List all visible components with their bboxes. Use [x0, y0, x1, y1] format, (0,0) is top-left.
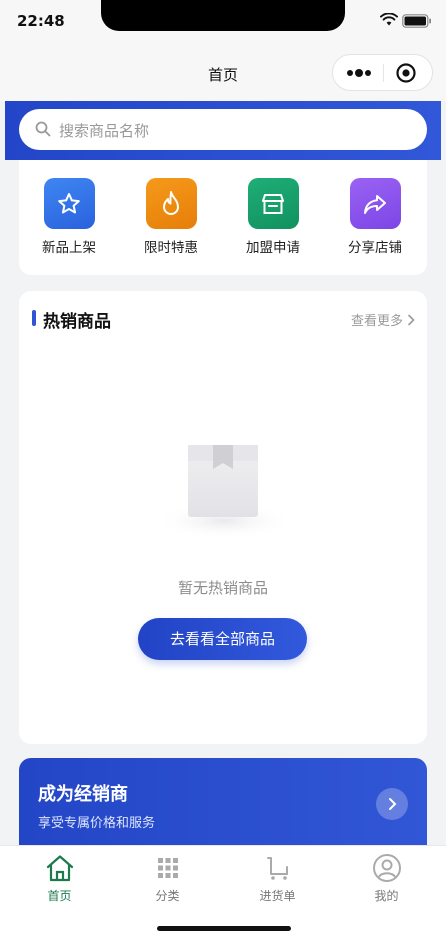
store-icon: [247, 178, 299, 229]
status-bar: 22:48: [0, 0, 446, 44]
star-icon: [43, 178, 95, 229]
chevron-right-icon[interactable]: [376, 788, 408, 820]
quick-action-label: 限时特惠: [144, 240, 198, 256]
home-indicator: [157, 926, 291, 931]
capsule-divider: [383, 64, 384, 82]
flame-icon: [145, 178, 197, 229]
quick-action-label: 加盟申请: [246, 240, 300, 256]
quick-action-flash-sale[interactable]: 限时特惠: [131, 178, 211, 256]
tab-label: 分类: [155, 889, 180, 903]
notch: [101, 0, 345, 31]
chevron-right-icon: [408, 314, 415, 325]
section-title: 热销商品: [43, 312, 111, 332]
tab-label: 首页: [47, 889, 72, 903]
cart-icon: [222, 853, 333, 883]
search-icon: [35, 121, 51, 137]
browse-all-products-button[interactable]: 去看看全部商品: [138, 618, 307, 660]
home-icon: [4, 853, 115, 883]
quick-action-label: 新品上架: [42, 240, 96, 256]
search-input[interactable]: 搜索商品名称: [19, 109, 427, 150]
battery-icon: [402, 14, 431, 28]
quick-action-franchise[interactable]: 加盟申请: [233, 178, 313, 256]
search-band: 搜索商品名称: [5, 101, 441, 160]
dealer-banner-subtitle: 享受专属价格和服务: [38, 816, 156, 831]
tab-category[interactable]: 分类: [112, 853, 223, 904]
section-accent-bar: [32, 310, 36, 326]
grid-icon: [112, 853, 223, 883]
quick-action-label: 分享店铺: [348, 240, 402, 256]
tab-purchase-list[interactable]: 进货单: [222, 853, 333, 904]
dealer-banner-title: 成为经销商: [38, 784, 128, 805]
tab-label: 进货单: [259, 889, 296, 903]
search-placeholder: 搜索商品名称: [59, 122, 150, 140]
share-icon: [349, 178, 401, 229]
wifi-icon: [380, 13, 398, 26]
become-dealer-banner[interactable]: 成为经销商 享受专属价格和服务: [19, 758, 427, 853]
empty-box-icon: [154, 445, 294, 539]
quick-action-share-store[interactable]: 分享店铺: [335, 178, 415, 256]
close-target-icon[interactable]: [395, 62, 417, 84]
hot-products-card: 热销商品 查看更多 暂无热销商品 去看看全部商品: [19, 291, 427, 744]
user-icon: [331, 853, 442, 883]
tab-mine[interactable]: 我的: [331, 853, 442, 904]
more-icon[interactable]: [345, 66, 373, 80]
empty-state-text: 暂无热销商品: [177, 579, 268, 597]
quick-actions-card: 新品上架 限时特惠 加盟申请 分享店铺: [19, 160, 427, 275]
tab-label: 我的: [374, 889, 399, 903]
tab-bar: 首页 分类 进货单 我的: [0, 845, 446, 940]
see-more-link[interactable]: 查看更多: [351, 310, 415, 329]
quick-action-new-arrivals[interactable]: 新品上架: [29, 178, 109, 256]
mini-program-capsule: [332, 54, 433, 91]
nav-bar: 首页: [0, 44, 446, 101]
tab-home[interactable]: 首页: [4, 853, 115, 904]
status-time: 22:48: [17, 12, 65, 30]
see-more-label: 查看更多: [350, 314, 403, 329]
